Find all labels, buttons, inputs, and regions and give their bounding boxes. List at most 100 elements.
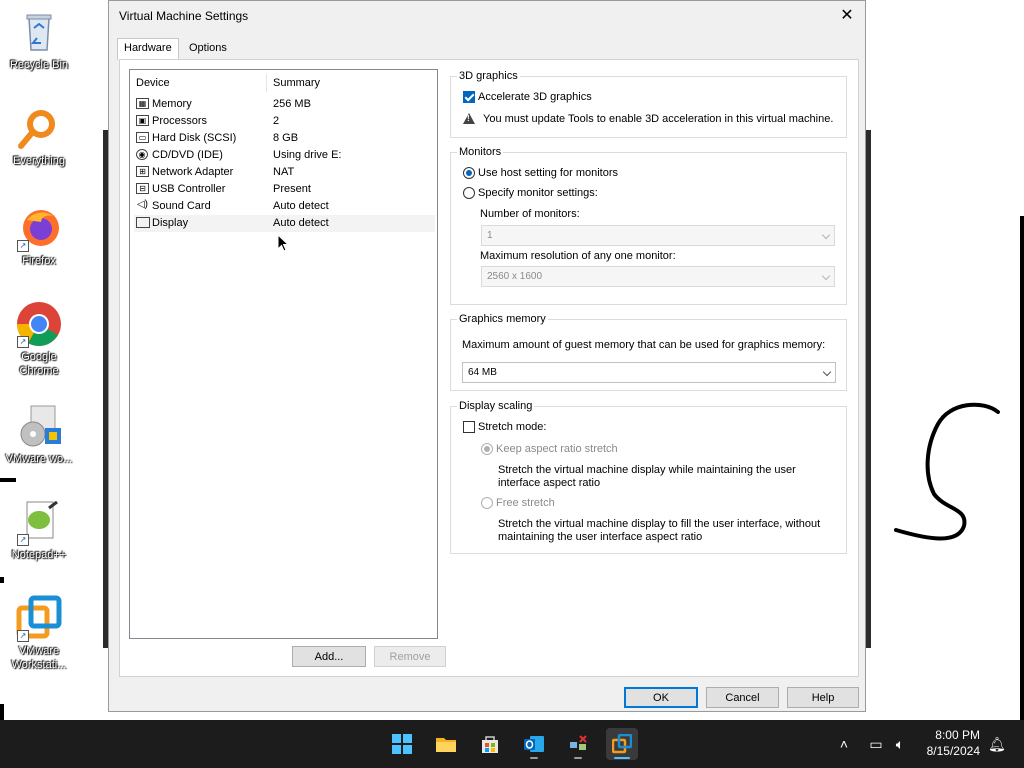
tab-hardware[interactable]: Hardware	[117, 38, 179, 60]
running-indicator	[574, 757, 582, 759]
tools-warning-text: You must update Tools to enable 3D accel…	[483, 113, 834, 125]
device-row-network-adapter[interactable]: ⊞ Network Adapter NAT	[134, 164, 435, 181]
device-list[interactable]: Device Summary ▦ Memory 256 MB ▣ Process…	[129, 69, 438, 639]
free-stretch-description: Stretch the virtual machine display to f…	[498, 518, 821, 530]
desktop-icon-recycle-bin[interactable]: Recycle Bin	[4, 8, 74, 72]
outlook-icon	[524, 736, 544, 752]
running-indicator	[530, 757, 538, 759]
free-stretch-radio[interactable]	[481, 497, 493, 509]
accelerate-3d-label[interactable]: Accelerate 3D graphics	[478, 91, 592, 103]
chrome-icon: ↗	[15, 300, 63, 348]
number-of-monitors-select[interactable]: 1	[481, 225, 835, 246]
taskbar-outlook[interactable]	[518, 728, 550, 760]
processor-icon: ▣	[136, 115, 149, 126]
warning-icon	[463, 113, 475, 124]
device-name: USB Controller	[152, 183, 226, 195]
taskbar-file-explorer[interactable]	[430, 728, 462, 760]
graphics-memory-description: Maximum amount of guest memory that can …	[462, 339, 826, 351]
group-3d-graphics: 3D graphics Accelerate 3D graphics You m…	[450, 70, 847, 138]
shortcut-arrow-icon: ↗	[17, 630, 29, 642]
chevron-down-icon	[821, 230, 831, 240]
notification-bell-icon[interactable]: 🔔︎	[988, 736, 1006, 752]
device-row-hard-disk[interactable]: ▭ Hard Disk (SCSI) 8 GB	[134, 130, 435, 147]
use-host-monitors-radio[interactable]	[463, 167, 475, 179]
group-label: 3D graphics	[457, 70, 520, 82]
desktop-icon-label: Firefox	[22, 255, 56, 267]
device-name: CD/DVD (IDE)	[152, 149, 223, 161]
desktop-icon-vmware-workstation[interactable]: ↗ VMware Workstati...	[4, 594, 74, 672]
desktop-icon-google-chrome[interactable]: ↗ Google Chrome	[4, 300, 74, 378]
desktop-mark	[0, 577, 4, 583]
keep-aspect-radio[interactable]	[481, 443, 493, 455]
clock-time: 8:00 PM	[935, 728, 980, 742]
close-icon[interactable]: ✕	[835, 5, 859, 27]
shortcut-arrow-icon: ↗	[17, 336, 29, 348]
desktop-icon-vmware-player[interactable]: VMware wo...	[4, 402, 74, 466]
clock-date: 8/15/2024	[926, 744, 980, 758]
windows-start-icon	[392, 734, 412, 754]
speaker-icon: ◁)	[136, 199, 149, 210]
desktop-icon-label: Notepad++	[11, 549, 67, 561]
tab-options[interactable]: Options	[183, 39, 233, 58]
max-resolution-select[interactable]: 2560 x 1600	[481, 266, 835, 287]
device-row-sound-card[interactable]: ◁) Sound Card Auto detect	[134, 198, 435, 215]
cancel-button[interactable]: Cancel	[706, 687, 779, 708]
add-device-button[interactable]: Add...	[292, 646, 366, 667]
number-of-monitors-label: Number of monitors:	[480, 208, 580, 220]
stretch-mode-checkbox[interactable]	[463, 421, 475, 433]
column-header-device[interactable]: Device	[136, 77, 170, 89]
device-name: Sound Card	[152, 200, 211, 212]
everything-search-icon	[15, 104, 63, 152]
volume-icon[interactable]: 🔈︎	[892, 736, 908, 752]
device-row-usb-controller[interactable]: ⊟ USB Controller Present	[134, 181, 435, 198]
network-icon[interactable]: ▭	[868, 736, 884, 752]
device-row-processors[interactable]: ▣ Processors 2	[134, 113, 435, 130]
taskbar-network-tool[interactable]	[562, 728, 594, 760]
stretch-mode-label[interactable]: Stretch mode:	[478, 421, 546, 433]
device-summary: NAT	[273, 166, 295, 178]
ok-button[interactable]: OK	[624, 687, 698, 708]
desktop-mark	[1020, 216, 1024, 720]
keep-aspect-description: interface aspect ratio	[498, 477, 601, 489]
monitor-icon	[136, 217, 150, 228]
device-row-display[interactable]: Display Auto detect	[134, 215, 435, 232]
select-value: 2560 x 1600	[487, 271, 543, 282]
help-button[interactable]: Help	[787, 687, 859, 708]
desktop-icon-label: Google Chrome	[19, 351, 59, 377]
accelerate-3d-checkbox[interactable]	[463, 91, 475, 103]
device-summary: Auto detect	[273, 200, 329, 212]
device-name: Memory	[152, 98, 192, 110]
specify-monitors-radio[interactable]	[463, 187, 475, 199]
taskbar-vmware-workstation[interactable]	[606, 728, 638, 760]
notepad-plus-plus-icon: ↗	[15, 498, 63, 546]
use-host-monitors-label[interactable]: Use host setting for monitors	[478, 167, 618, 179]
desktop-icon-firefox[interactable]: ↗ Firefox	[4, 204, 74, 268]
shortcut-arrow-icon: ↗	[17, 534, 29, 546]
remove-device-button[interactable]: Remove	[374, 646, 446, 667]
specify-monitors-label[interactable]: Specify monitor settings:	[478, 187, 598, 199]
handwritten-s-drawing	[894, 402, 1000, 541]
network-adapter-icon: ⊞	[136, 166, 149, 177]
desktop-icon-notepad-plus-plus[interactable]: ↗ Notepad++	[4, 498, 74, 562]
graphics-memory-select[interactable]: 64 MB	[462, 362, 836, 383]
device-summary: 256 MB	[273, 98, 311, 110]
keep-aspect-label[interactable]: Keep aspect ratio stretch	[496, 443, 618, 455]
column-separator[interactable]	[266, 74, 267, 92]
device-row-cd-dvd[interactable]: ◉ CD/DVD (IDE) Using drive E:	[134, 147, 435, 164]
select-value: 1	[487, 230, 493, 241]
taskbar-microsoft-store[interactable]	[474, 728, 506, 760]
free-stretch-label[interactable]: Free stretch	[496, 497, 555, 509]
chevron-up-icon[interactable]: ˄	[836, 736, 852, 752]
hardware-panel: Device Summary ▦ Memory 256 MB ▣ Process…	[119, 59, 859, 677]
device-name: Display	[152, 217, 189, 229]
column-header-summary[interactable]: Summary	[273, 77, 320, 89]
desktop-icon-everything[interactable]: Everything	[4, 104, 74, 168]
device-row-memory[interactable]: ▦ Memory 256 MB	[134, 96, 435, 113]
device-summary: Auto detect	[273, 217, 329, 229]
vmware-workstation-icon: ↗	[15, 594, 63, 642]
clock[interactable]: 8:00 PM 8/15/2024	[912, 728, 980, 758]
microsoft-store-icon	[482, 736, 498, 753]
device-name: Hard Disk (SCSI)	[152, 132, 237, 144]
start-button[interactable]	[386, 728, 418, 760]
desktop-mark	[0, 704, 4, 720]
